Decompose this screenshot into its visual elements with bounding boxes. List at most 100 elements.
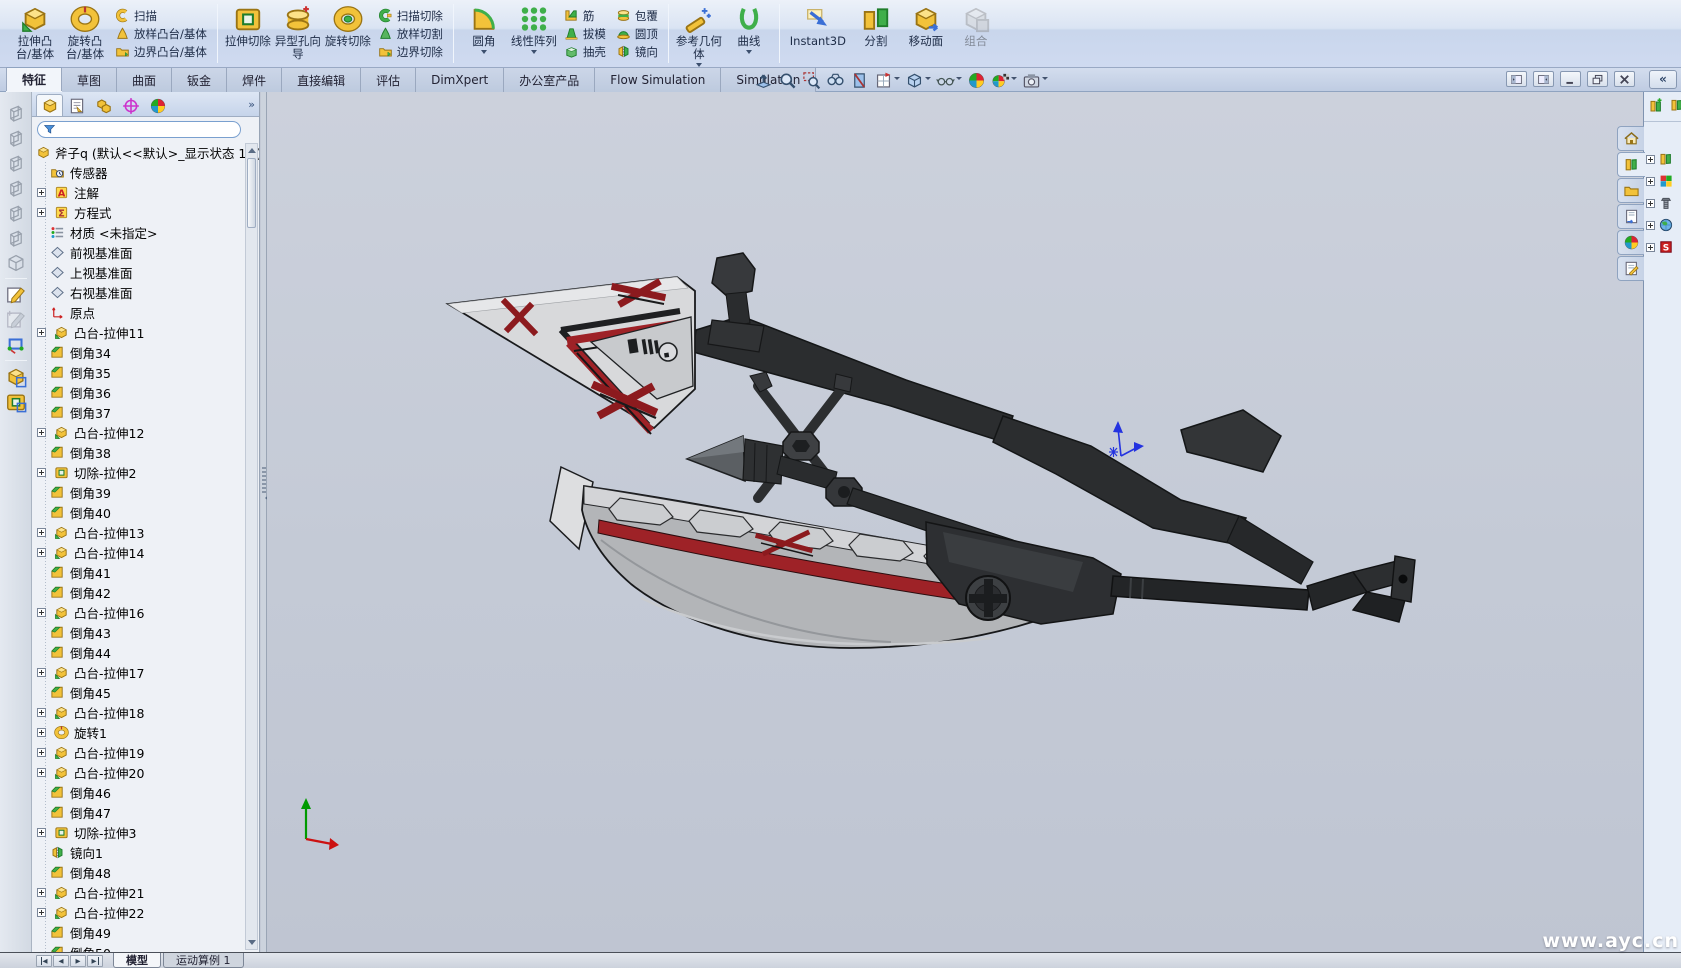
expand-toggle[interactable] xyxy=(37,608,50,617)
expand-toggle[interactable] xyxy=(37,768,50,777)
displaymanager-tab[interactable] xyxy=(144,94,171,116)
expand-toggle[interactable] xyxy=(37,708,50,717)
tab-直接编辑[interactable]: 直接编辑 xyxy=(282,68,361,92)
lofted-cut-button[interactable]: 放样切割 xyxy=(373,25,448,43)
feature-tree-item[interactable]: 凸台-拉伸14 xyxy=(36,542,243,562)
restore-window-button[interactable] xyxy=(1587,71,1608,87)
add-to-library-button[interactable] xyxy=(1648,97,1664,117)
tab-Flow Simulation[interactable]: Flow Simulation xyxy=(595,68,721,92)
toggle-task-pane-button[interactable] xyxy=(1533,71,1554,87)
camera-dropdown-arrow-icon[interactable] xyxy=(1042,77,1048,83)
feature-tree-item[interactable]: 倒角34 xyxy=(36,342,243,362)
view-preset-isometric-button[interactable] xyxy=(3,250,29,275)
curves-dropdown-arrow-icon[interactable] xyxy=(746,50,752,57)
feature-tree-item[interactable]: 倒角47 xyxy=(36,802,243,822)
expand-toggle[interactable] xyxy=(37,908,50,917)
propertymanager-tab[interactable] xyxy=(63,94,90,116)
hide-show-items-dropdown-arrow-icon[interactable] xyxy=(956,77,962,83)
configurationmanager-tab[interactable] xyxy=(90,94,117,116)
zoom-area-button[interactable] xyxy=(800,70,823,91)
feature-tree-item[interactable]: 凸台-拉伸22 xyxy=(36,902,243,922)
feature-tree-item[interactable]: 凸台-拉伸13 xyxy=(36,522,243,542)
custom-properties-tab[interactable] xyxy=(1617,256,1644,281)
feature-tree-item[interactable]: 切除-拉伸3 xyxy=(36,822,243,842)
dome-button[interactable]: 圆顶 xyxy=(611,25,663,43)
feature-tree-item[interactable]: 倒角46 xyxy=(36,782,243,802)
split-button[interactable]: 分割 xyxy=(851,1,901,66)
apply-scene-button[interactable] xyxy=(965,70,988,91)
feature-tree-item[interactable]: 倒角50 xyxy=(36,942,243,952)
wrap-button[interactable]: 包覆 xyxy=(611,7,663,25)
feature-tree-item[interactable]: 上视基准面 xyxy=(36,262,243,282)
minimize-window-button[interactable] xyxy=(1560,71,1581,87)
revolved-boss-base-button[interactable]: 旋转凸台/基体 xyxy=(60,1,110,66)
expand-toggle[interactable] xyxy=(1646,221,1655,230)
expand-toggle[interactable] xyxy=(37,748,50,757)
feature-tree-item[interactable]: Σ方程式 xyxy=(36,202,243,222)
toggle-featuremanager-pane-button[interactable] xyxy=(1506,71,1527,87)
design-library-tab[interactable] xyxy=(1617,152,1645,177)
feature-tree-item[interactable]: 传感器 xyxy=(36,162,243,182)
bottom-tab-模型[interactable]: 模型 xyxy=(113,953,161,968)
feature-tree-item[interactable]: 倒角43 xyxy=(36,622,243,642)
fillet-button[interactable]: 圆角 xyxy=(459,1,509,66)
feature-tree-item[interactable]: 凸台-拉伸21 xyxy=(36,882,243,902)
expand-toggle[interactable] xyxy=(37,528,50,537)
feature-tree-item[interactable]: 倒角35 xyxy=(36,362,243,382)
expand-toggle[interactable] xyxy=(1646,177,1655,186)
feature-tree-item[interactable]: 前视基准面 xyxy=(36,242,243,262)
3d-contentcentral-item[interactable] xyxy=(1646,214,1681,236)
feature-tree-item[interactable]: 凸台-拉伸11 xyxy=(36,322,243,342)
expand-toggle[interactable] xyxy=(37,188,50,197)
expand-toggle[interactable] xyxy=(1646,199,1655,208)
swept-cut-button[interactable]: 扫描切除 xyxy=(373,7,448,25)
jump-to-start-button[interactable]: ◀ xyxy=(36,955,52,967)
feature-tree-item[interactable]: 凸台-拉伸19 xyxy=(36,742,243,762)
normal-to-button[interactable] xyxy=(752,70,775,91)
expand-toggle[interactable] xyxy=(1646,155,1655,164)
view-preset-1-button[interactable] xyxy=(3,100,29,125)
section-view-button[interactable] xyxy=(848,70,871,91)
add-file-location-button[interactable] xyxy=(1669,97,1681,117)
rib-button[interactable]: 筋 xyxy=(559,7,611,25)
feature-tree-item[interactable]: A注解 xyxy=(36,182,243,202)
feature-tree-item[interactable]: 倒角38 xyxy=(36,442,243,462)
expand-toggle[interactable] xyxy=(37,428,50,437)
feature-tree-item[interactable]: 右视基准面 xyxy=(36,282,243,302)
manager-tab-overflow[interactable]: » xyxy=(248,98,255,111)
feature-tree-item[interactable]: 凸台-拉伸20 xyxy=(36,762,243,782)
magnified-selection-button[interactable] xyxy=(824,70,847,91)
feature-tree-item[interactable]: 倒角40 xyxy=(36,502,243,522)
expand-toggle[interactable] xyxy=(37,468,50,477)
feature-tree-item[interactable]: 倒角39 xyxy=(36,482,243,502)
toolbox-item[interactable] xyxy=(1646,192,1681,214)
solidworks-resources-tab[interactable] xyxy=(1617,126,1644,151)
tab-焊件[interactable]: 焊件 xyxy=(227,68,282,92)
display-style-button[interactable] xyxy=(903,70,933,91)
feature-tree-item[interactable]: 倒角41 xyxy=(36,562,243,582)
camera-button[interactable] xyxy=(1020,70,1050,91)
view-palette-tab[interactable] xyxy=(1617,204,1644,229)
lofted-boss-base-button[interactable]: 放样凸台/基体 xyxy=(110,25,212,43)
step-back-button[interactable]: ◀ xyxy=(53,955,69,967)
step-forward-button[interactable]: ▶ xyxy=(70,955,86,967)
expand-toggle[interactable] xyxy=(37,548,50,557)
edit-appearance-dropdown-arrow-icon[interactable] xyxy=(1011,77,1017,83)
boundary-cut-button[interactable]: 边界切除 xyxy=(373,43,448,61)
draft-button[interactable]: 拔模 xyxy=(559,25,611,43)
tab-DimXpert[interactable]: DimXpert xyxy=(416,68,504,92)
linear-pattern-dropdown-arrow-icon[interactable] xyxy=(531,50,537,57)
feature-tree-item[interactable]: 材质 <未指定> xyxy=(36,222,243,242)
extruded-boss-base-button[interactable]: 拉伸凸台/基体 xyxy=(10,1,60,66)
fillet-dropdown-arrow-icon[interactable] xyxy=(481,50,487,57)
graphics-viewport[interactable] xyxy=(267,92,1643,952)
expand-toggle[interactable] xyxy=(37,888,50,897)
linear-pattern-button[interactable]: 线性阵列 xyxy=(509,1,559,66)
feature-tree-item[interactable]: 凸台-拉伸16 xyxy=(36,602,243,622)
edit-appearance-button[interactable] xyxy=(989,70,1019,91)
tab-评估[interactable]: 评估 xyxy=(361,68,416,92)
tab-钣金[interactable]: 钣金 xyxy=(172,68,227,92)
feature-tree-item[interactable]: 旋转1 xyxy=(36,722,243,742)
convert-entities-button[interactable] xyxy=(3,332,29,357)
scroll-up-arrow[interactable] xyxy=(246,145,257,156)
